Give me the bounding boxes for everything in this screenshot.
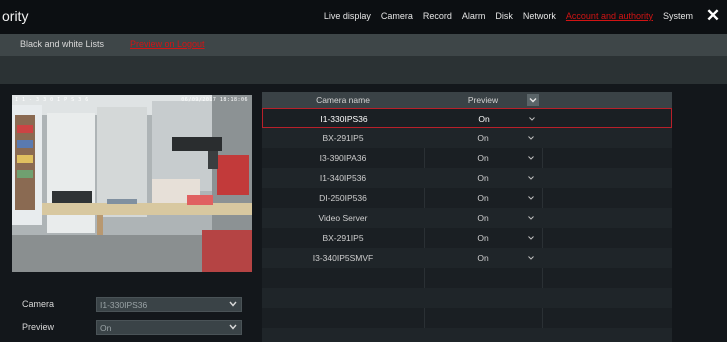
header-preview-dropdown[interactable] (527, 94, 539, 106)
chevron-down-icon[interactable] (528, 115, 536, 123)
cell-camera-name: I3-340IP5SMVF (312, 253, 374, 263)
osd-timestamp: 06/09/2017 18:18:06 (181, 97, 248, 103)
table-row[interactable]: Video Server On (262, 208, 672, 228)
chevron-down-icon[interactable] (527, 234, 535, 242)
preview-row: Preview On (0, 318, 260, 338)
chevron-down-icon (529, 98, 537, 103)
cell-camera-name: Video Server (318, 213, 368, 223)
cell-preview[interactable]: On (424, 253, 542, 263)
cell-camera-name: I1-330IPS36 (320, 114, 368, 124)
table-row-empty (262, 268, 672, 288)
camera-preview-table: Camera name Preview I1-330IPS36 On BX-29… (262, 92, 672, 342)
cell-camera-name: I3-390IPA36 (319, 153, 367, 163)
nav-record[interactable]: Record (423, 11, 452, 21)
nav-system[interactable]: System (663, 11, 693, 21)
nav-account-and-authority[interactable]: Account and authority (566, 11, 653, 21)
camera-preview-image (12, 95, 252, 272)
osd-camera-label: I 1 - 3 3 0 I P S 3 6 (15, 97, 89, 103)
chevron-down-icon[interactable] (527, 134, 535, 142)
camera-select-value: I1-330IPS36 (100, 300, 148, 310)
top-nav: Live display Camera Record Alarm Disk Ne… (314, 11, 693, 21)
chevron-down-icon (229, 301, 237, 307)
cell-camera-name: I1-340IP536 (319, 173, 367, 183)
chevron-down-icon[interactable] (527, 154, 535, 162)
table-row-empty (262, 288, 672, 308)
chevron-down-icon[interactable] (527, 194, 535, 202)
cell-preview[interactable]: On (424, 233, 542, 243)
cell-preview[interactable]: On (424, 153, 542, 163)
table-row[interactable]: I3-390IPA36 On (262, 148, 672, 168)
cell-preview[interactable]: On (425, 114, 543, 124)
table-row[interactable]: I1-330IPS36 On (262, 108, 672, 128)
tab-black-and-white-lists[interactable]: Black and white Lists (20, 39, 104, 49)
header-preview: Preview (467, 95, 499, 105)
sub-tab-bar: Black and white Lists Preview on Logout (0, 34, 727, 56)
preview-label: Preview (22, 322, 55, 332)
table-row[interactable]: BX-291IP5 On (262, 228, 672, 248)
preview-select-value: On (100, 323, 112, 333)
top-bar: ority Live display Camera Record Alarm D… (0, 0, 727, 34)
cell-preview[interactable]: On (424, 173, 542, 183)
toolbar-band (0, 56, 727, 84)
nav-camera[interactable]: Camera (381, 11, 413, 21)
table-row[interactable]: I1-340IP536 On (262, 168, 672, 188)
nav-network[interactable]: Network (523, 11, 556, 21)
cell-camera-name: BX-291IP5 (322, 233, 364, 243)
table-row-empty (262, 308, 672, 328)
cell-camera-name: BX-291IP5 (322, 133, 364, 143)
camera-preview: I 1 - 3 3 0 I P S 3 6 06/09/2017 18:18:0… (12, 95, 252, 272)
camera-select[interactable]: I1-330IPS36 (96, 297, 242, 312)
nav-disk[interactable]: Disk (495, 11, 513, 21)
chevron-down-icon[interactable] (527, 254, 535, 262)
chevron-down-icon (229, 324, 237, 330)
app-title: ority (2, 8, 29, 24)
preview-select[interactable]: On (96, 320, 242, 335)
chevron-down-icon[interactable] (527, 174, 535, 182)
table-header: Camera name Preview (262, 92, 672, 108)
cell-preview[interactable]: On (424, 213, 542, 223)
cell-preview[interactable]: On (424, 133, 542, 143)
chevron-down-icon[interactable] (527, 214, 535, 222)
cell-preview[interactable]: On (424, 193, 542, 203)
nav-alarm[interactable]: Alarm (462, 11, 486, 21)
camera-row: Camera I1-330IPS36 (0, 295, 260, 315)
table-row[interactable]: I3-340IP5SMVF On (262, 248, 672, 268)
table-row[interactable]: BX-291IP5 On (262, 128, 672, 148)
cell-camera-name: DI-250IP536 (319, 193, 367, 203)
header-camera-name: Camera name (316, 95, 370, 105)
table-row[interactable]: DI-250IP536 On (262, 188, 672, 208)
tab-preview-on-logout[interactable]: Preview on Logout (130, 39, 205, 49)
table-row-empty (262, 328, 672, 342)
camera-label: Camera (22, 299, 55, 309)
nav-live-display[interactable]: Live display (324, 11, 371, 21)
close-icon[interactable]: ✕ (705, 7, 721, 25)
